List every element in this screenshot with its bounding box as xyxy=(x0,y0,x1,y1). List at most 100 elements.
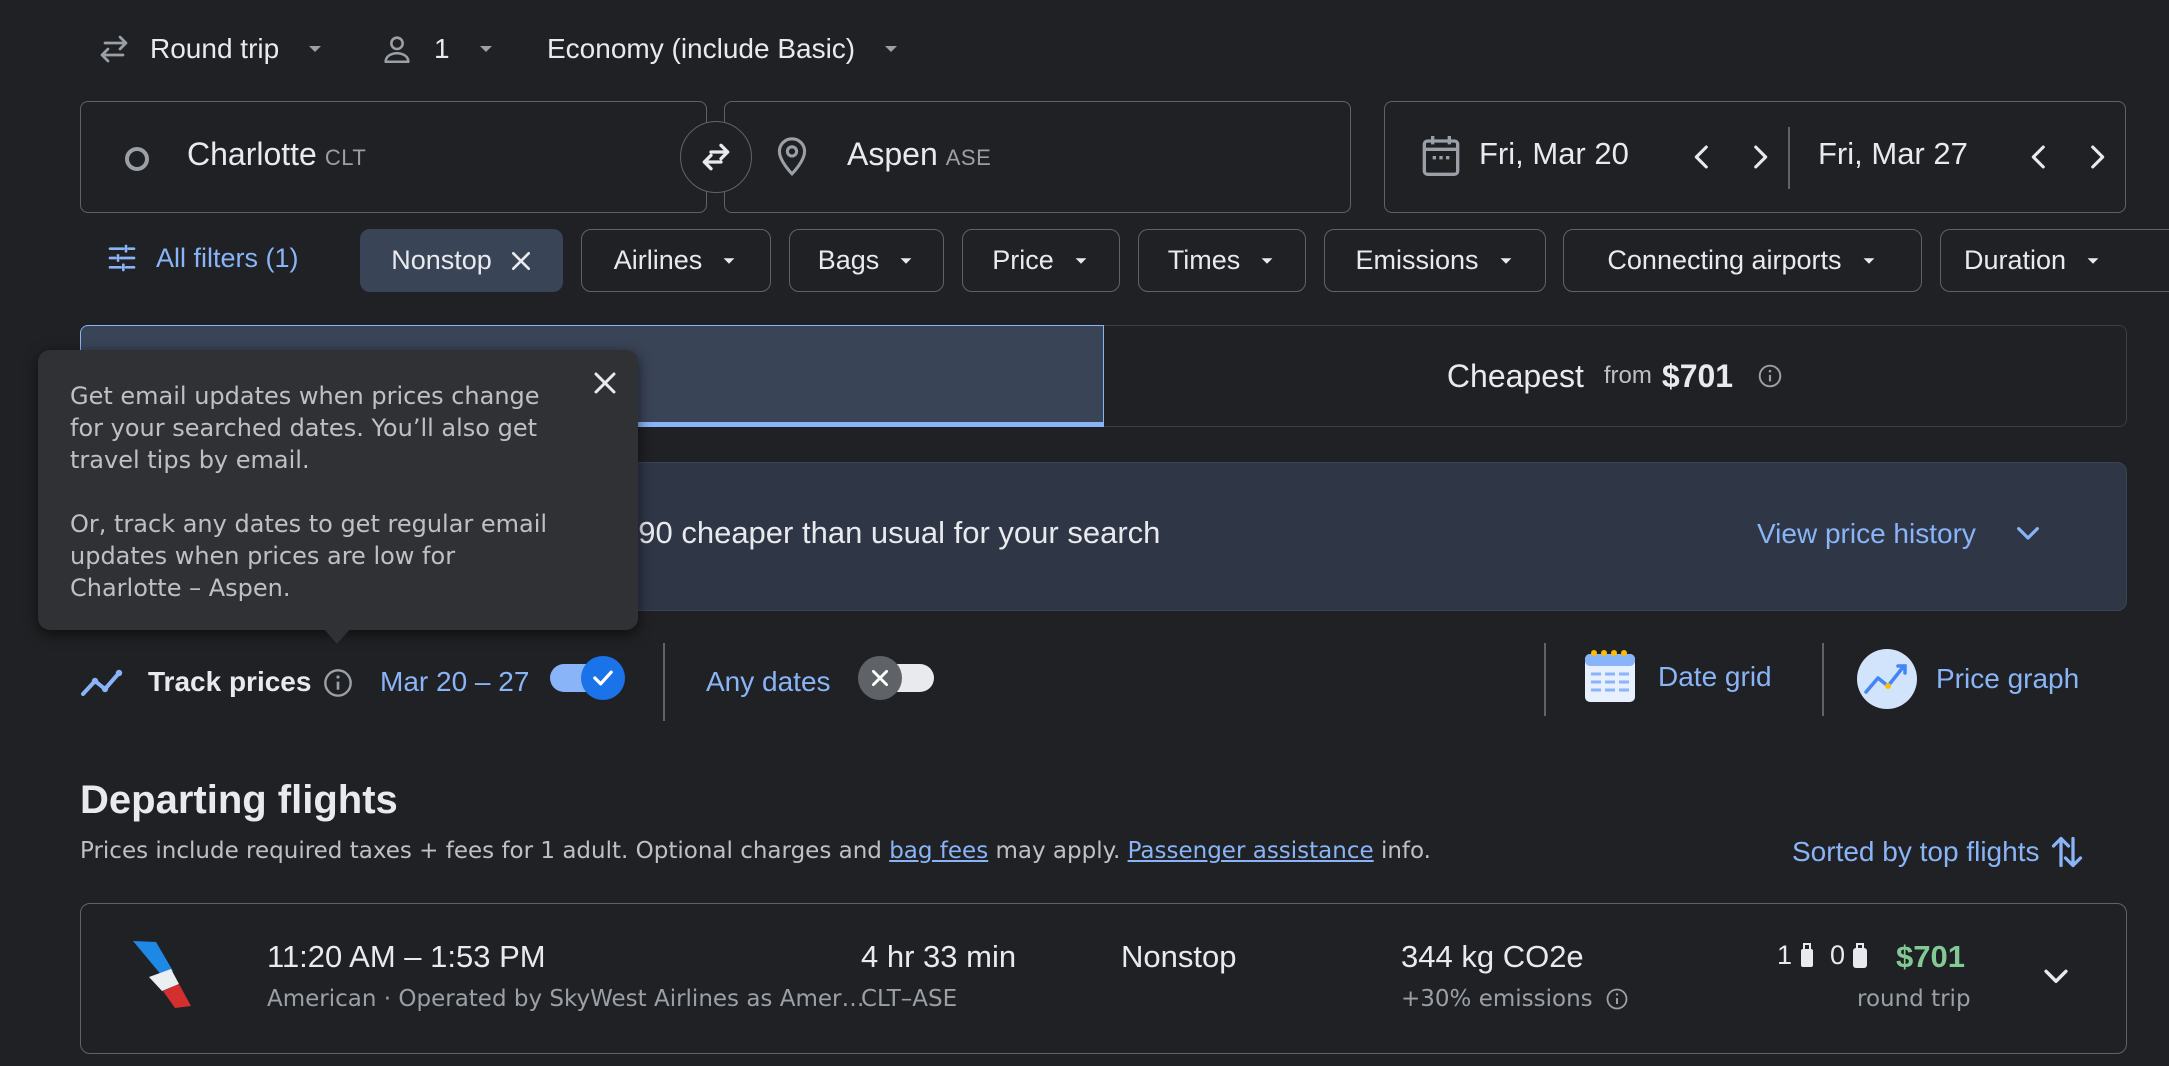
caret-down-icon xyxy=(881,39,901,59)
american-airlines-logo xyxy=(129,938,205,1010)
flight-route: CLT–ASE xyxy=(861,986,958,1012)
checked-bag-count: 0 xyxy=(1830,940,1846,970)
flight-airline: American · Operated by SkyWest Airlines … xyxy=(267,986,865,1012)
tab-cheapest[interactable]: Cheapest from $701 xyxy=(1104,325,2127,427)
date-divider xyxy=(1788,127,1790,189)
trend-icon xyxy=(80,665,128,699)
passengers-select[interactable]: 1 xyxy=(380,24,496,74)
view-price-history-label: View price history xyxy=(1757,518,1976,549)
price-type: round trip xyxy=(1857,986,1971,1012)
tune-icon xyxy=(106,242,138,274)
view-price-history-button[interactable]: View price history xyxy=(1757,518,2044,550)
destination-city: Aspen xyxy=(847,136,938,172)
tooltip-close-button[interactable] xyxy=(590,368,620,398)
bag-info: 1 0 xyxy=(1777,940,1869,971)
destination-code: ASE xyxy=(945,145,992,170)
sort-button[interactable]: Sorted by top flights xyxy=(1792,832,2085,872)
info-icon[interactable] xyxy=(1605,987,1629,1011)
sort-icon xyxy=(2049,832,2085,872)
price-graph-button[interactable]: Price graph xyxy=(1856,648,2079,710)
track-prices-label: Track prices xyxy=(148,666,312,697)
cheapest-from: from xyxy=(1603,362,1652,389)
cheapest-price: $701 xyxy=(1661,357,1734,394)
origin-code: CLT xyxy=(324,145,367,170)
chip-label: Nonstop xyxy=(391,245,492,275)
origin-circle-icon xyxy=(123,145,151,173)
carry-on-count: 1 xyxy=(1777,940,1793,970)
price-graph-icon xyxy=(1856,648,1918,710)
passenger-assistance-link[interactable]: Passenger assistance xyxy=(1128,838,1374,864)
close-icon xyxy=(590,368,620,398)
track-dates-toggle[interactable] xyxy=(550,656,626,700)
return-prev-button[interactable] xyxy=(2022,140,2056,174)
chip-label: Connecting airports xyxy=(1607,245,1842,275)
trip-type-label: Round trip xyxy=(150,33,280,64)
origin-field[interactable]: Charlotte CLT xyxy=(80,101,707,213)
caret-down-icon xyxy=(2084,252,2102,270)
date-grid-icon xyxy=(1582,648,1638,706)
depart-date: Fri, Mar 20 xyxy=(1479,136,1629,171)
filter-chip-airlines[interactable]: Airlines xyxy=(581,229,771,292)
disclaimer-text: info. xyxy=(1373,838,1431,864)
track-prices-info-icon[interactable] xyxy=(322,667,354,699)
filter-chip-nonstop[interactable]: Nonstop xyxy=(360,229,563,292)
cabin-class-select[interactable]: Economy (include Basic) xyxy=(547,24,901,74)
return-next-button[interactable] xyxy=(2080,140,2114,174)
depart-next-button[interactable] xyxy=(1743,140,1777,174)
flight-price: $701 xyxy=(1896,939,1965,974)
disclaimer-text: Prices include required taxes + fees for… xyxy=(80,838,890,864)
flight-stops: Nonstop xyxy=(1121,939,1237,974)
location-pin-icon xyxy=(775,136,809,178)
caret-down-icon xyxy=(1860,252,1878,270)
expand-chevron-icon[interactable] xyxy=(2039,960,2073,994)
divider xyxy=(663,643,665,721)
origin-city: Charlotte xyxy=(187,136,317,172)
close-icon xyxy=(858,656,902,700)
filter-chip-bags[interactable]: Bags xyxy=(789,229,944,292)
swap-arrows-icon xyxy=(96,31,132,67)
person-icon xyxy=(380,32,414,66)
tooltip-paragraph: Or, track any dates to get regular email… xyxy=(70,510,548,602)
depart-prev-button[interactable] xyxy=(1685,140,1719,174)
caret-down-icon xyxy=(897,252,915,270)
cabin-class-label: Economy (include Basic) xyxy=(547,33,856,64)
checked-bag-icon xyxy=(1851,941,1869,971)
swap-locations-button[interactable] xyxy=(680,121,752,193)
trip-type-select[interactable]: Round trip xyxy=(96,24,325,74)
destination-field[interactable]: Aspen ASE xyxy=(724,101,1351,213)
any-dates-toggle[interactable] xyxy=(858,656,934,700)
check-icon xyxy=(581,656,625,700)
caret-down-icon xyxy=(1497,252,1515,270)
bag-fees-link[interactable]: bag fees xyxy=(889,838,988,864)
date-grid-button[interactable]: Date grid xyxy=(1582,648,1772,706)
passenger-count: 1 xyxy=(434,33,450,64)
filter-chip-emissions[interactable]: Emissions xyxy=(1324,229,1546,292)
divider xyxy=(1822,643,1824,716)
caret-down-icon xyxy=(1072,252,1090,270)
date-grid-label: Date grid xyxy=(1658,661,1772,692)
filter-chip-duration[interactable]: Duration xyxy=(1940,229,2169,292)
any-dates-label: Any dates xyxy=(706,666,831,697)
sort-label: Sorted by top flights xyxy=(1792,836,2040,867)
swap-icon xyxy=(696,137,736,177)
calendar-icon xyxy=(1421,134,1461,178)
price-insight-text: 590 cheaper than usual for your search xyxy=(621,515,1161,550)
chip-label: Bags xyxy=(817,245,880,275)
filter-chip-price[interactable]: Price xyxy=(962,229,1120,292)
info-icon[interactable] xyxy=(1757,363,1783,389)
all-filters-button[interactable]: All filters (1) xyxy=(106,242,299,274)
flight-emissions: 344 kg CO2e xyxy=(1401,939,1584,974)
tooltip-arrow xyxy=(323,628,351,644)
flight-times: 11:20 AM – 1:53 PM xyxy=(267,939,546,974)
cheapest-label: Cheapest xyxy=(1446,357,1584,394)
caret-down-icon xyxy=(720,252,738,270)
carry-on-bag-icon xyxy=(1798,941,1816,971)
track-prices-tooltip: Get email updates when prices change for… xyxy=(38,350,638,630)
disclaimer-text: may apply. xyxy=(988,838,1128,864)
filter-chip-times[interactable]: Times xyxy=(1138,229,1306,292)
flight-result-row[interactable]: 11:20 AM – 1:53 PM American · Operated b… xyxy=(80,903,2127,1054)
close-icon[interactable] xyxy=(510,250,532,272)
tooltip-paragraph: Get email updates when prices change for… xyxy=(70,382,540,474)
dates-field[interactable]: Fri, Mar 20 Fri, Mar 27 xyxy=(1384,101,2126,213)
filter-chip-connecting-airports[interactable]: Connecting airports xyxy=(1563,229,1922,292)
